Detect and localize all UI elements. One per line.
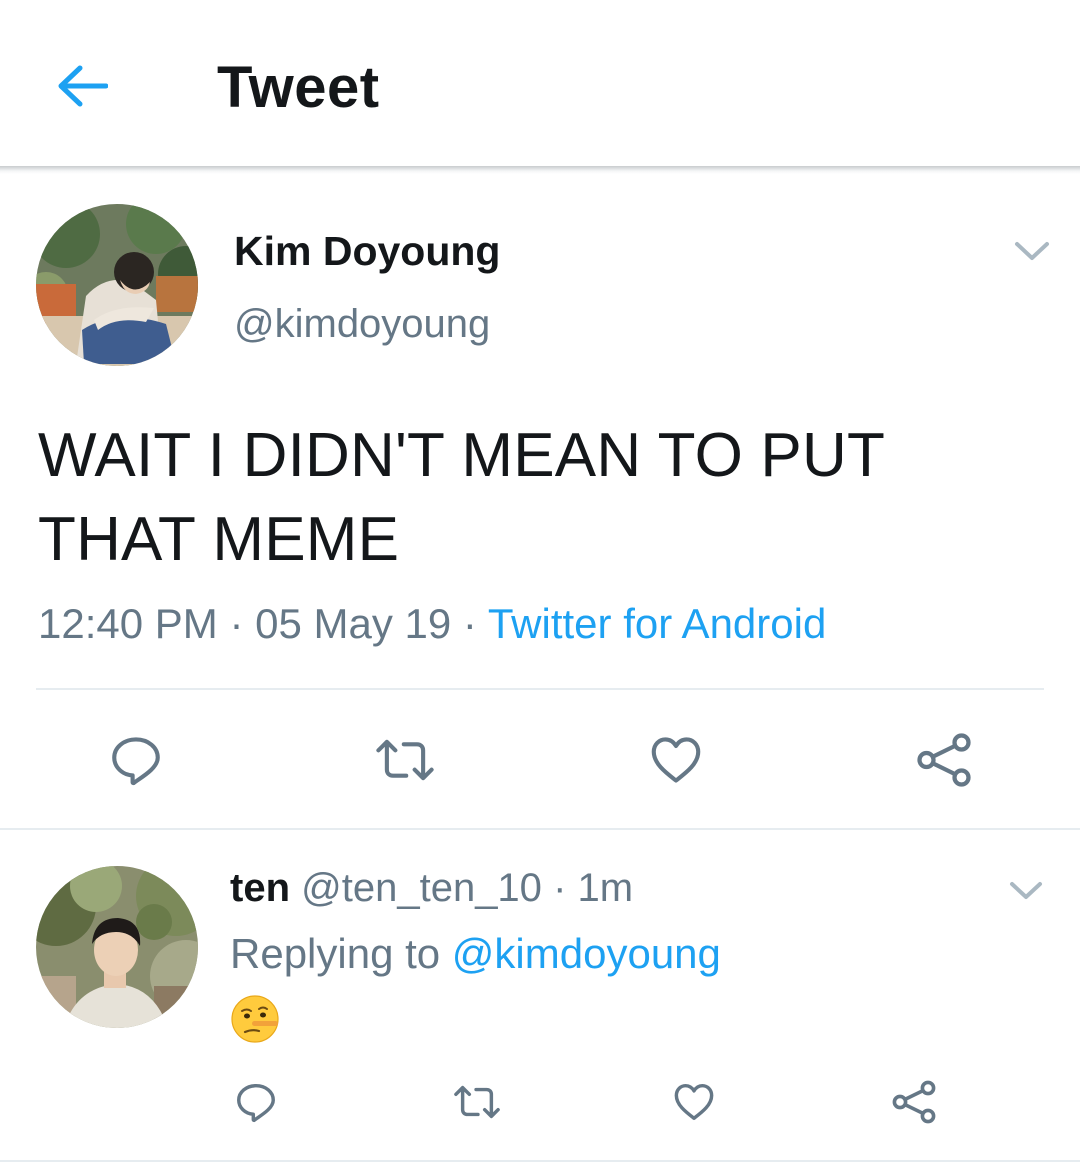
- retweet-icon: [454, 1085, 500, 1119]
- meta-separator: ·: [229, 600, 244, 647]
- share-button[interactable]: [884, 1072, 944, 1132]
- reply-button[interactable]: [100, 724, 172, 796]
- meta-separator: ·: [553, 866, 567, 910]
- replying-to-mention[interactable]: @kimdoyoung: [452, 930, 721, 977]
- like-button[interactable]: [640, 724, 712, 796]
- divider: [0, 828, 1080, 830]
- author-handle[interactable]: @kimdoyoung: [234, 302, 490, 347]
- avatar-photo: [36, 866, 198, 1028]
- like-button[interactable]: [664, 1072, 724, 1132]
- chevron-down-icon: [1015, 242, 1049, 260]
- reply-icon: [112, 737, 160, 786]
- reply-header: ten @ten_ten_10 · 1m: [230, 866, 633, 911]
- back-button[interactable]: [50, 58, 114, 114]
- top-app-bar: Tweet: [0, 0, 1080, 168]
- replying-to: Replying to @kimdoyoung: [230, 930, 721, 978]
- reply-icon: [237, 1083, 275, 1123]
- retweet-icon: [376, 739, 434, 781]
- share-icon: [917, 733, 971, 787]
- tweet-time: 12:40 PM: [38, 600, 218, 647]
- page-title: Tweet: [217, 55, 380, 120]
- tweet-text-line: WAIT I DIDN'T MEAN TO PUT: [38, 421, 886, 490]
- replying-to-label: Replying to: [230, 930, 441, 977]
- reply-author-handle[interactable]: @ten_ten_10: [301, 866, 542, 910]
- tweet-text: WAIT I DIDN'T MEAN TO PUT THAT MEME: [38, 414, 1048, 582]
- retweet-button[interactable]: [369, 724, 441, 796]
- share-icon: [892, 1080, 936, 1124]
- heart-icon: [651, 737, 701, 783]
- reply-button[interactable]: [226, 1072, 286, 1132]
- header-divider: [0, 166, 1080, 174]
- avatar-photo: [36, 204, 198, 366]
- reply-options-button[interactable]: [1006, 878, 1046, 904]
- lying-face-emoji: [230, 994, 280, 1044]
- chevron-down-icon: [1010, 882, 1042, 899]
- lying-face-icon: [231, 995, 279, 1043]
- tweet-date: 05 May 19: [255, 600, 452, 647]
- reply-age: 1m: [577, 866, 634, 910]
- share-button[interactable]: [908, 724, 980, 796]
- tweet-text-line: THAT MEME: [38, 505, 400, 574]
- arrow-left-icon: [58, 65, 108, 107]
- tweet-options-button[interactable]: [1012, 238, 1052, 264]
- retweet-button[interactable]: [447, 1072, 507, 1132]
- divider: [0, 1160, 1080, 1162]
- reply-author-name[interactable]: ten: [230, 866, 290, 910]
- divider: [36, 688, 1044, 690]
- author-name[interactable]: Kim Doyoung: [234, 228, 500, 275]
- reply-author-avatar[interactable]: [36, 866, 198, 1028]
- heart-icon: [674, 1083, 714, 1121]
- meta-separator: ·: [462, 600, 477, 647]
- tweet-source-link[interactable]: Twitter for Android: [488, 600, 826, 647]
- author-avatar[interactable]: [36, 204, 198, 366]
- tweet-meta: 12:40 PM · 05 May 19 · Twitter for Andro…: [38, 600, 826, 648]
